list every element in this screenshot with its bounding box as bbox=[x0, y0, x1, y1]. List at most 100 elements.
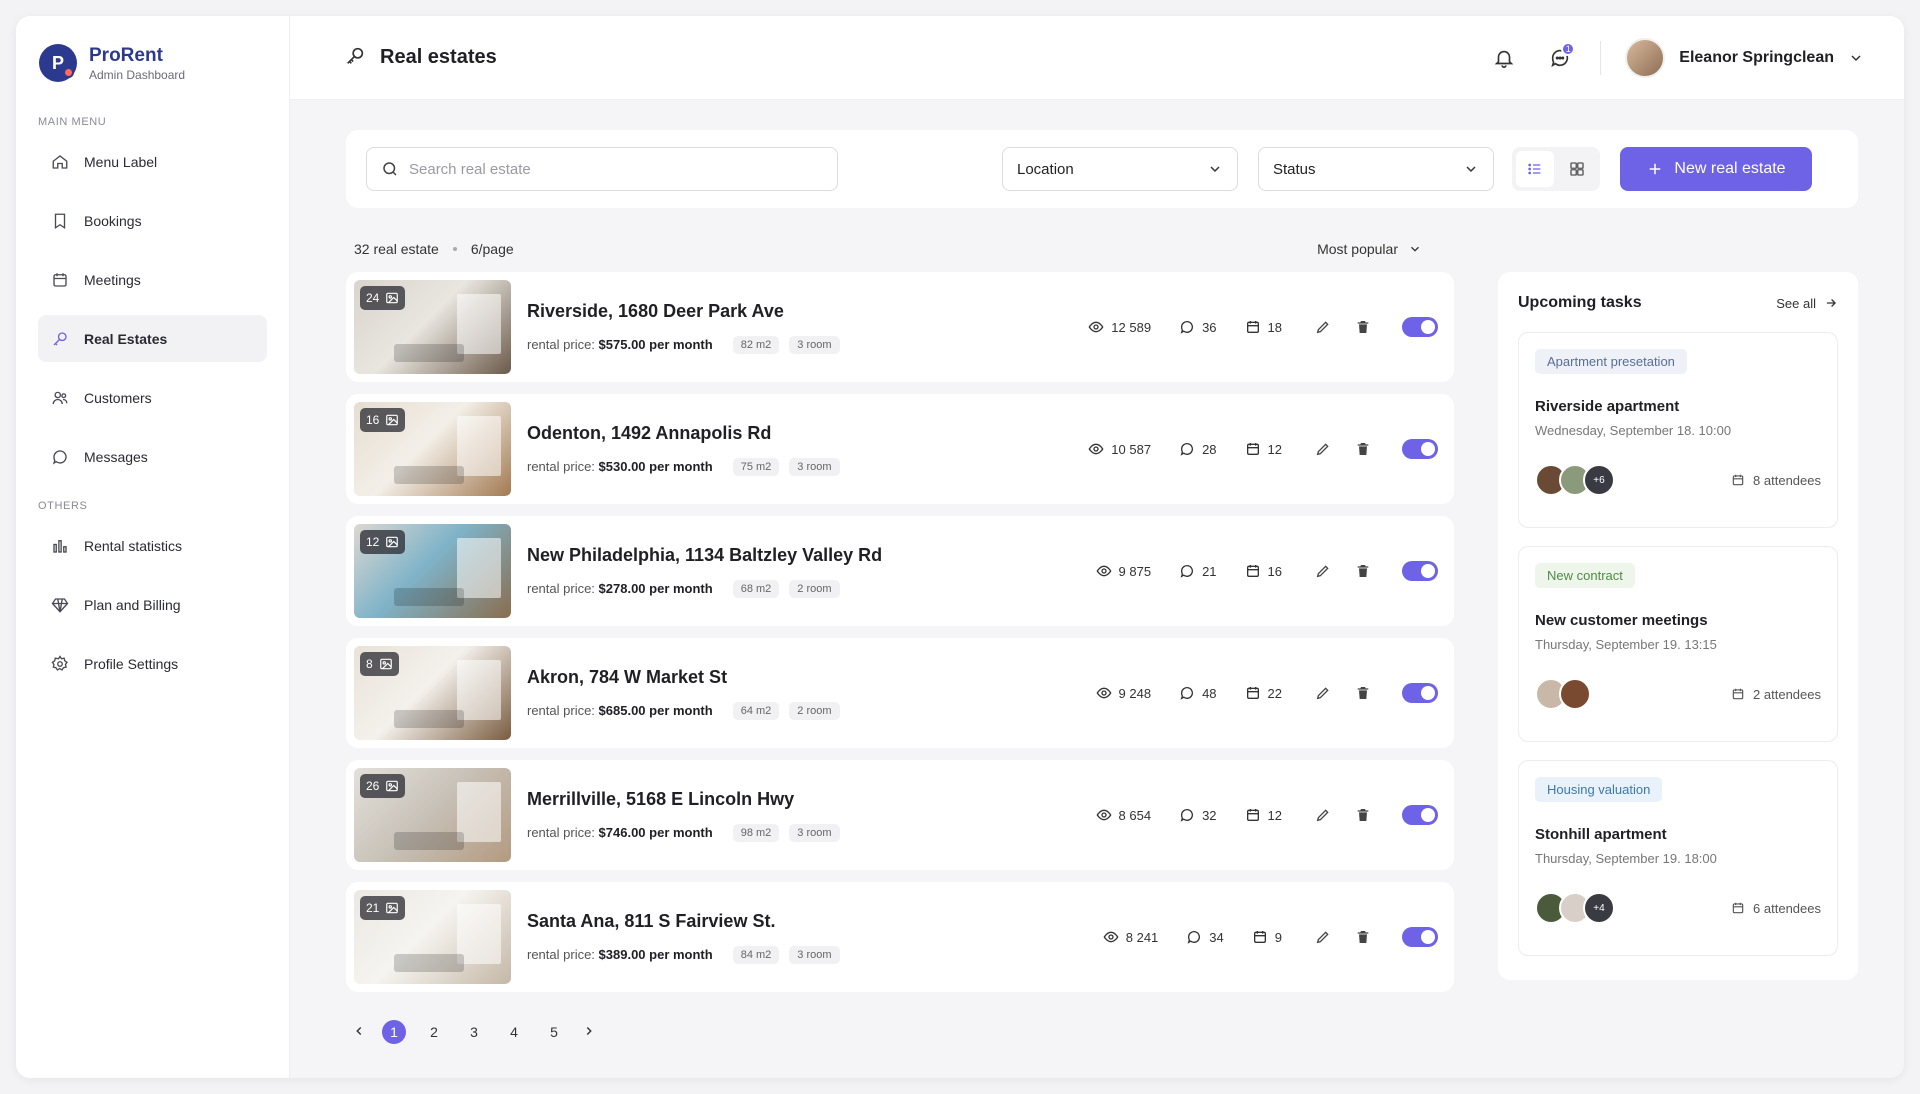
delete-button[interactable] bbox=[1352, 804, 1374, 826]
property-title[interactable]: Merrillville, 5168 E Lincoln Hwy bbox=[527, 789, 1096, 810]
page-2-button[interactable]: 2 bbox=[422, 1020, 446, 1044]
delete-button[interactable] bbox=[1352, 438, 1374, 460]
task-title: Stonhill apartment bbox=[1535, 826, 1667, 843]
eye-icon bbox=[1088, 321, 1104, 333]
real-estate-card[interactable]: 24 Riverside, 1680 Deer Park Ave rental pr… bbox=[346, 272, 1454, 382]
see-all-link[interactable]: See all bbox=[1776, 296, 1838, 311]
real-estate-card[interactable]: 21 Santa Ana, 811 S Fairview St. rental pr… bbox=[346, 882, 1454, 992]
property-photo[interactable]: 26 bbox=[354, 768, 511, 862]
sidebar-item-rental-statistics[interactable]: Rental statistics bbox=[38, 522, 267, 569]
area-tag: 68 m2 bbox=[732, 579, 780, 598]
property-title[interactable]: Riverside, 1680 Deer Park Ave bbox=[527, 301, 1088, 322]
property-title[interactable]: Odenton, 1492 Annapolis Rd bbox=[527, 423, 1088, 444]
arrow-right-icon bbox=[1826, 299, 1836, 307]
trash-icon bbox=[1357, 565, 1369, 577]
edit-button[interactable] bbox=[1312, 560, 1334, 582]
prev-page-button[interactable] bbox=[352, 1024, 366, 1041]
edit-button[interactable] bbox=[1312, 438, 1334, 460]
per-page[interactable]: 6/page bbox=[471, 241, 514, 257]
sidebar-item-label: Real Estates bbox=[84, 330, 168, 347]
delete-button[interactable] bbox=[1352, 682, 1374, 704]
active-toggle[interactable] bbox=[1402, 317, 1438, 337]
message-badge: 1 bbox=[1561, 41, 1576, 56]
real-estate-card[interactable]: 12 New Philadelphia, 1134 Baltzley Valley… bbox=[346, 516, 1454, 626]
delete-button[interactable] bbox=[1352, 926, 1374, 948]
property-title[interactable]: New Philadelphia, 1134 Baltzley Valley R… bbox=[527, 545, 1096, 566]
sidebar-item-label: Customers bbox=[84, 389, 152, 406]
edit-button[interactable] bbox=[1312, 926, 1334, 948]
location-select[interactable]: Location bbox=[1002, 147, 1238, 191]
edit-button[interactable] bbox=[1312, 804, 1334, 826]
trash-icon bbox=[1357, 687, 1369, 699]
photo-count: 26 bbox=[366, 779, 380, 793]
bookings-count: 22 bbox=[1267, 685, 1282, 701]
active-toggle[interactable] bbox=[1402, 683, 1438, 703]
sidebar-item-meetings[interactable]: Meetings bbox=[38, 256, 267, 303]
page-4-button[interactable]: 4 bbox=[502, 1020, 526, 1044]
property-photo[interactable]: 21 bbox=[354, 890, 511, 984]
sidebar: P ProRent Admin Dashboard MAIN MENU Menu… bbox=[16, 16, 290, 1078]
sidebar-item-plan-and-billing[interactable]: Plan and Billing bbox=[38, 581, 267, 628]
delete-button[interactable] bbox=[1352, 316, 1374, 338]
real-estate-card[interactable]: 26 Merrillville, 5168 E Lincoln Hwy rental… bbox=[346, 760, 1454, 870]
trash-icon bbox=[1357, 809, 1369, 821]
search-input[interactable] bbox=[409, 160, 823, 178]
sidebar-item-messages[interactable]: Messages bbox=[38, 433, 267, 480]
active-toggle[interactable] bbox=[1402, 805, 1438, 825]
sidebar-item-profile-settings[interactable]: Profile Settings bbox=[38, 640, 267, 687]
status-select[interactable]: Status bbox=[1258, 147, 1494, 191]
real-estate-card[interactable]: 16 Odenton, 1492 Annapolis Rd rental price… bbox=[346, 394, 1454, 504]
filter-bar: Location Status New real estate bbox=[346, 130, 1858, 208]
property-photo[interactable]: 24 bbox=[354, 280, 511, 374]
chevron-right-icon bbox=[586, 1026, 592, 1035]
property-title[interactable]: Santa Ana, 811 S Fairview St. bbox=[527, 911, 1103, 932]
comment-icon bbox=[1180, 687, 1194, 700]
sidebar-item-menu-label[interactable]: Menu Label bbox=[38, 138, 267, 185]
price-label: rental price: bbox=[527, 337, 595, 352]
task-card[interactable]: Housing valuation Stonhill apartment Thurs… bbox=[1518, 760, 1838, 956]
next-page-button[interactable] bbox=[582, 1024, 596, 1041]
edit-button[interactable] bbox=[1312, 316, 1334, 338]
user-menu[interactable]: Eleanor Springclean bbox=[1625, 37, 1864, 78]
task-time: Thursday, September 19. 18:00 bbox=[1535, 851, 1717, 866]
notifications-button[interactable] bbox=[1488, 42, 1520, 74]
sidebar-item-bookings[interactable]: Bookings bbox=[38, 197, 267, 244]
task-card[interactable]: New contract New customer meetings Thursda… bbox=[1518, 546, 1838, 742]
photo-count-badge: 24 bbox=[360, 286, 406, 310]
main-content: Real estates 1 Eleanor Springclean Searc… bbox=[290, 16, 1904, 1078]
list-view-button[interactable] bbox=[1516, 151, 1554, 187]
calendar-icon bbox=[50, 270, 70, 290]
page-1-button[interactable]: 1 bbox=[382, 1020, 406, 1044]
sidebar-item-real-estates[interactable]: Real Estates bbox=[38, 315, 267, 362]
new-real-estate-button[interactable]: New real estate bbox=[1620, 147, 1812, 191]
grid-view-button[interactable] bbox=[1558, 151, 1596, 187]
page-3-button[interactable]: 3 bbox=[462, 1020, 486, 1044]
topbar: Real estates 1 Eleanor Springclean bbox=[290, 16, 1904, 100]
real-estate-card[interactable]: 8 Akron, 784 W Market St rental price: $68… bbox=[346, 638, 1454, 748]
delete-button[interactable] bbox=[1352, 560, 1374, 582]
sort-dropdown[interactable]: Most popular bbox=[1317, 241, 1422, 257]
pencil-icon bbox=[1316, 321, 1329, 334]
edit-button[interactable] bbox=[1312, 682, 1334, 704]
active-toggle[interactable] bbox=[1402, 561, 1438, 581]
comments-count: 48 bbox=[1202, 685, 1217, 701]
separator-dot bbox=[452, 247, 457, 251]
task-category-chip: Apartment presetation bbox=[1535, 349, 1687, 374]
comments-count: 36 bbox=[1202, 319, 1217, 335]
sidebar-item-customers[interactable]: Customers bbox=[38, 374, 267, 421]
new-real-estate-label: New real estate bbox=[1674, 160, 1786, 177]
property-title[interactable]: Akron, 784 W Market St bbox=[527, 667, 1096, 688]
search-box[interactable] bbox=[366, 147, 838, 191]
task-card[interactable]: Apartment presetation Riverside apartment… bbox=[1518, 332, 1838, 528]
property-photo[interactable]: 12 bbox=[354, 524, 511, 618]
views-count: 9 875 bbox=[1118, 563, 1152, 579]
messages-button[interactable]: 1 bbox=[1544, 41, 1576, 74]
calendar-icon bbox=[1732, 474, 1744, 486]
page-5-button[interactable]: 5 bbox=[542, 1020, 566, 1044]
active-toggle[interactable] bbox=[1402, 439, 1438, 459]
property-photo[interactable]: 8 bbox=[354, 646, 511, 740]
brand[interactable]: P ProRent Admin Dashboard bbox=[39, 44, 267, 82]
active-toggle[interactable] bbox=[1402, 927, 1438, 947]
rental-price: $685.00 per month bbox=[598, 703, 713, 718]
property-photo[interactable]: 16 bbox=[354, 402, 511, 496]
